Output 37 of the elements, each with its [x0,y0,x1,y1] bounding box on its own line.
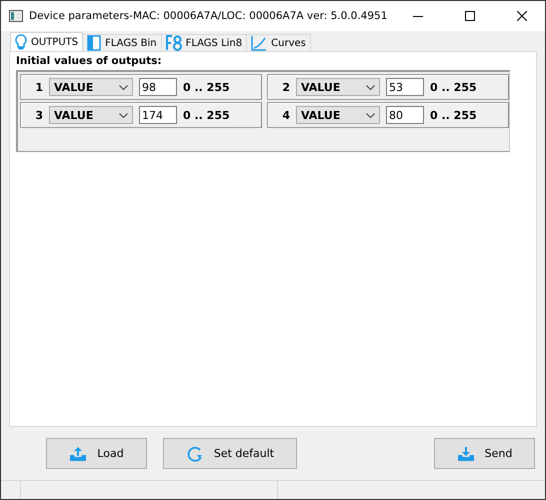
output-number: 1 [34,80,43,94]
action-button[interactable]: Load [46,438,147,469]
chevron-icon [366,112,375,118]
output-number: 2 [281,80,290,94]
close-icon [517,11,527,21]
output-number: 4 [281,108,290,122]
mode-dropdown[interactable]: VALUE [296,106,380,124]
action-button[interactable]: Set default [163,438,297,469]
mode-dropdown[interactable]: VALUE [49,78,133,96]
chevron-icon [119,112,128,118]
value-field[interactable]: 80 [386,106,424,124]
tab[interactable]: Curves [246,34,311,51]
app-icon [9,10,23,22]
maximize-icon [465,11,475,21]
range-label: 0 .. 255 [430,108,477,122]
mode-dropdown[interactable]: VALUE [49,106,133,124]
value-field[interactable]: 53 [386,78,424,96]
chevron-icon [366,84,375,90]
refresh-icon [186,444,204,462]
f8-icon [166,35,182,51]
tab[interactable]: OUTPUTS [10,32,84,51]
value-field[interactable]: 174 [139,106,177,124]
range-label: 0 .. 255 [183,80,230,94]
upload-icon [69,446,88,462]
window-title: Device parameters-MAC: 00006A7A/LOC: 00006A7A ver: 5.0.0.4951 [29,10,388,22]
download-icon [456,446,475,462]
curve-icon [251,35,268,51]
range-label: 0 .. 255 [183,108,230,122]
action-button[interactable]: Send [434,438,535,469]
value-field[interactable]: 98 [139,78,177,96]
tab[interactable]: FLAGS Bin [82,34,162,51]
tab[interactable]: FLAGS Lin8 [160,34,248,51]
output-number: 3 [34,108,43,122]
range-label: 0 .. 255 [430,80,477,94]
mode-dropdown[interactable]: VALUE [296,78,380,96]
section-title: Initial values of outputs: [16,55,163,67]
chevron-icon [119,84,128,90]
